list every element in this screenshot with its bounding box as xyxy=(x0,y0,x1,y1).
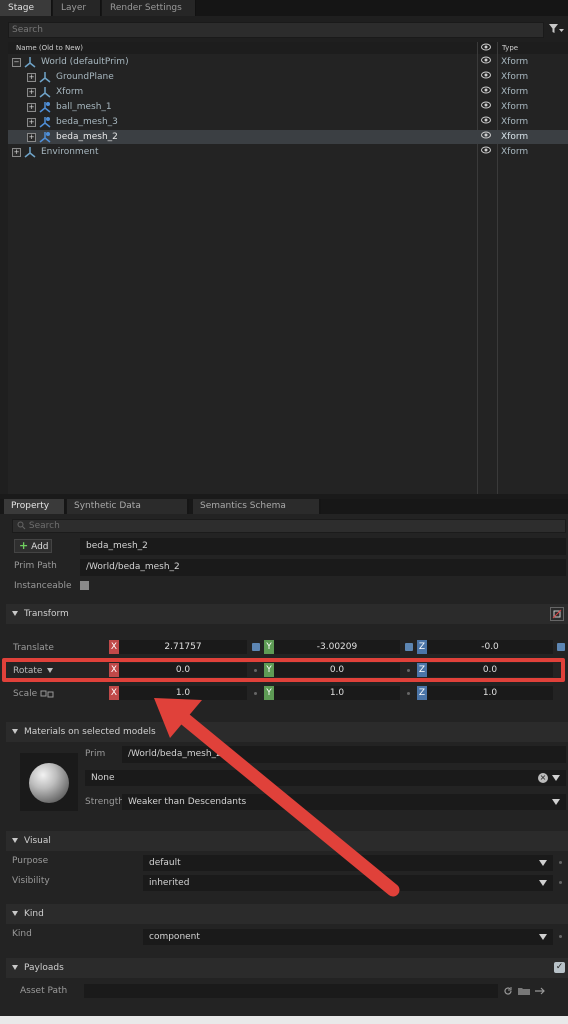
annotation-arrow xyxy=(154,698,400,897)
